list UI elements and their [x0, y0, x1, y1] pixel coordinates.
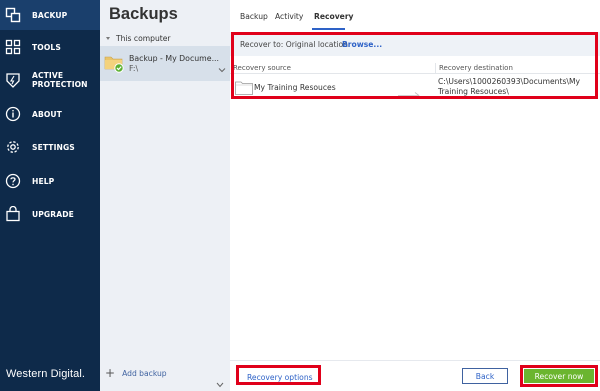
recovery-source-name: My Training Resouces: [254, 83, 336, 92]
shield-icon: [4, 71, 22, 89]
nav-item-about[interactable]: ABOUT: [0, 99, 100, 129]
folder-icon: [235, 80, 253, 95]
tab-activity[interactable]: Activity: [275, 12, 303, 21]
nav-item-active-protection[interactable]: ACTIVE PROTECTION: [0, 65, 100, 95]
nav-label: TOOLS: [32, 42, 61, 52]
plus-icon: +: [105, 366, 116, 380]
table-header-divider: [230, 73, 600, 74]
tab-bar: Backup Activity Recovery: [230, 0, 600, 30]
nav-label: BACKUP: [32, 10, 68, 20]
column-header-destination: Recovery destination: [439, 64, 513, 72]
backup-item[interactable]: Backup - My Docume... F:\: [100, 46, 230, 81]
nav-label: ACTIVE PROTECTION: [32, 71, 88, 89]
recover-to-label: Recover to: Original location: [240, 40, 348, 49]
column-header-source: Recovery source: [233, 64, 291, 72]
browse-link[interactable]: Browse...: [342, 40, 382, 49]
backup-icon: [4, 6, 22, 24]
recover-to-bar: Recover to: Original location Browse...: [230, 32, 600, 56]
collapse-triangle-icon: [106, 37, 110, 40]
backups-title: Backups: [109, 5, 178, 23]
nav-label: ABOUT: [32, 109, 62, 119]
nav-item-upgrade[interactable]: UPGRADE: [0, 199, 100, 229]
nav-label: UPGRADE: [32, 209, 74, 219]
column-divider: [435, 63, 436, 73]
cart-icon: [4, 205, 22, 223]
nav-label: HELP: [32, 176, 55, 186]
western-digital-logo: Western Digital.: [6, 368, 86, 380]
arrow-right-icon: [398, 84, 420, 99]
group-this-computer[interactable]: This computer: [106, 34, 171, 43]
nav-item-help[interactable]: HELP: [0, 166, 100, 196]
left-nav: BACKUP TOOLS ACTIVE PROTECTION ABOUT SET…: [0, 0, 100, 391]
add-backup-button[interactable]: + Add backup: [105, 366, 167, 380]
recovery-destination-path: C:\Users\1000260393\Documents\My Trainin…: [438, 77, 581, 96]
help-icon: [4, 172, 22, 190]
add-backup-label: Add backup: [122, 369, 167, 378]
table-row[interactable]: My Training Resouces C:\Users\1000260393…: [230, 75, 600, 99]
info-icon: [4, 105, 22, 123]
nav-item-backup[interactable]: BACKUP: [0, 0, 100, 30]
nav-item-tools[interactable]: TOOLS: [0, 32, 100, 62]
backups-panel: Backups This computer Backup - My Docume…: [100, 0, 230, 391]
chevron-down-icon[interactable]: [216, 373, 224, 388]
recover-now-button[interactable]: Recover now: [524, 369, 594, 383]
recovery-options-button[interactable]: Recovery options: [247, 373, 313, 382]
active-tab-underline: [312, 28, 345, 30]
backup-path: F:\: [129, 64, 139, 73]
tools-icon: [4, 38, 22, 56]
group-label: This computer: [116, 34, 171, 43]
tab-backup[interactable]: Backup: [240, 12, 268, 21]
gear-icon: [4, 138, 22, 156]
nav-label: SETTINGS: [32, 142, 75, 152]
tab-recovery[interactable]: Recovery: [314, 12, 354, 21]
folder-ok-icon: [104, 53, 124, 73]
back-button[interactable]: Back: [462, 368, 508, 384]
chevron-down-icon[interactable]: [218, 59, 226, 73]
footer-divider: [230, 360, 600, 361]
backup-name: Backup - My Docume...: [129, 54, 219, 63]
main-panel: Backup Activity Recovery Recover to: Ori…: [230, 0, 600, 391]
nav-item-settings[interactable]: SETTINGS: [0, 132, 100, 162]
